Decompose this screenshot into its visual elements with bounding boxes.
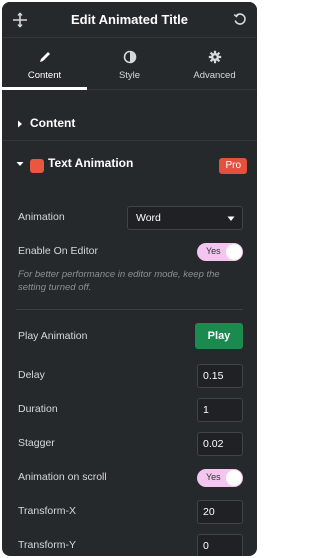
stagger-input[interactable]: 0.02 — [197, 432, 243, 456]
animation-label: Animation — [18, 211, 65, 223]
transform-y-row: Transform-Y 0 — [18, 534, 243, 556]
panel-tabs: Content Style Advanced — [2, 38, 257, 90]
chevron-down-icon — [227, 216, 235, 221]
duration-input[interactable]: 1 — [197, 398, 243, 422]
panel-title: Edit Animated Title — [70, 12, 188, 27]
transform-y-label: Transform-Y — [18, 539, 76, 551]
transform-x-row: Transform-X 20 — [18, 500, 243, 524]
tab-advanced-label: Advanced — [193, 70, 236, 81]
tab-style[interactable]: Style — [87, 38, 172, 89]
caret-down-icon — [16, 162, 24, 166]
play-button[interactable]: Play — [195, 323, 243, 349]
delay-label: Delay — [18, 369, 45, 381]
history-icon[interactable] — [233, 12, 247, 26]
tab-content-label: Content — [27, 70, 62, 81]
duration-row: Duration 1 — [18, 398, 243, 422]
gear-icon — [208, 50, 221, 64]
play-animation-label: Play Animation — [18, 330, 88, 342]
text-animation-icon — [30, 159, 44, 173]
enable-on-editor-label: Enable On Editor — [18, 245, 98, 257]
animation-row: Animation Word — [18, 206, 243, 230]
transform-x-input[interactable]: 20 — [197, 500, 243, 524]
caret-right-icon — [18, 120, 22, 128]
animation-select-value: Word — [136, 212, 161, 224]
delay-row: Delay 0.15 — [18, 364, 243, 388]
enable-on-editor-row: Enable On Editor Yes — [18, 240, 243, 264]
section-text-animation-header[interactable]: Text Animation Pro — [2, 145, 257, 181]
stagger-row: Stagger 0.02 — [18, 432, 243, 456]
animation-on-scroll-row: Animation on scroll Yes — [18, 466, 243, 490]
pencil-icon — [39, 52, 50, 62]
toggle-knob — [226, 244, 242, 260]
section-text-animation-label: Text Animation — [48, 156, 134, 170]
panel-header: Edit Animated Title — [2, 2, 257, 38]
editor-panel: Edit Animated Title Content Style Advanc… — [2, 2, 257, 556]
duration-label: Duration — [18, 403, 58, 415]
tab-style-label: Style — [118, 70, 141, 81]
toggle-knob — [226, 470, 242, 486]
enable-on-editor-toggle-text: Yes — [206, 246, 221, 256]
contrast-icon — [123, 50, 136, 64]
transform-x-label: Transform-X — [18, 505, 76, 517]
section-content-label: Content — [30, 116, 76, 130]
animation-on-scroll-label: Animation on scroll — [18, 471, 107, 483]
animation-select[interactable]: Word — [127, 206, 243, 230]
tab-content[interactable]: Content — [2, 38, 87, 90]
divider — [16, 309, 243, 310]
play-animation-row: Play Animation Play — [18, 323, 243, 349]
delay-input[interactable]: 0.15 — [197, 364, 243, 388]
animation-on-scroll-toggle[interactable]: Yes — [197, 469, 243, 487]
pro-badge: Pro — [219, 158, 247, 174]
transform-y-input[interactable]: 0 — [197, 534, 243, 556]
enable-on-editor-toggle[interactable]: Yes — [197, 243, 243, 261]
stagger-label: Stagger — [18, 437, 55, 449]
tab-advanced[interactable]: Advanced — [172, 38, 257, 89]
section-content-header[interactable]: Content — [2, 105, 257, 141]
animation-on-scroll-toggle-text: Yes — [206, 472, 221, 482]
editor-hint-text: For better performance in editor mode, k… — [18, 269, 220, 293]
